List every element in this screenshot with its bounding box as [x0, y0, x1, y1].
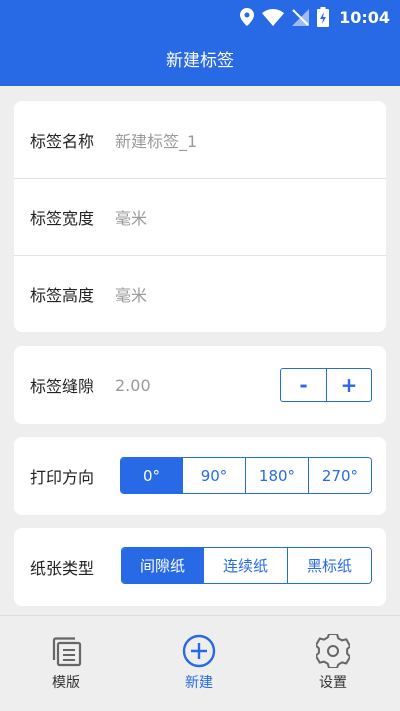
paper-type-segmented-control: 间隙纸 连续纸 黑标纸 — [121, 547, 372, 584]
app-bar: 10:04 新建标签 — [0, 0, 400, 86]
gap-increment-button[interactable]: + — [326, 369, 371, 401]
status-time: 10:04 — [339, 7, 390, 27]
nav-item-new[interactable]: 新建 — [149, 616, 249, 711]
label-gap-value[interactable]: 2.00 — [115, 376, 151, 395]
gap-decrement-button[interactable]: - — [281, 369, 326, 401]
no-signal-icon — [292, 8, 310, 26]
print-direction-row: 打印方向 0° 90° 180° 270° — [14, 437, 386, 515]
paper-type-card: 纸张类型 间隙纸 连续纸 黑标纸 — [14, 528, 386, 606]
template-icon — [49, 616, 83, 668]
label-width-row[interactable]: 标签宽度 毫米 — [14, 178, 386, 255]
battery-charging-icon — [317, 7, 330, 27]
nav-label-settings: 设置 — [319, 675, 347, 691]
print-direction-label: 打印方向 — [30, 468, 95, 487]
label-height-row[interactable]: 标签高度 毫米 — [14, 255, 386, 332]
direction-option-270[interactable]: 270° — [308, 458, 371, 493]
label-name-label: 标签名称 — [30, 131, 95, 151]
print-direction-card: 打印方向 0° 90° 180° 270° — [14, 437, 386, 515]
paper-type-label: 纸张类型 — [30, 559, 95, 578]
label-gap-row: 标签缝隙 2.00 - + — [14, 346, 386, 424]
label-name-row[interactable]: 标签名称 新建标签_1 — [14, 101, 386, 178]
nav-label-templates: 模版 — [52, 675, 80, 691]
add-circle-icon — [182, 616, 216, 668]
wifi-icon — [262, 8, 285, 26]
label-name-input[interactable]: 新建标签_1 — [115, 128, 197, 152]
direction-option-0[interactable]: 0° — [121, 458, 182, 493]
nav-label-new: 新建 — [185, 675, 213, 691]
bottom-navigation: 模版 新建 设置 — [0, 615, 400, 711]
paper-option-black-mark[interactable]: 黑标纸 — [287, 548, 371, 583]
label-height-label: 标签高度 — [30, 286, 95, 305]
label-gap-card: 标签缝隙 2.00 - + — [14, 346, 386, 424]
label-height-input[interactable]: 毫米 — [115, 282, 147, 306]
page-title: 新建标签 — [166, 51, 234, 71]
nav-item-settings[interactable]: 设置 — [283, 616, 383, 711]
paper-type-row: 纸张类型 间隙纸 连续纸 黑标纸 — [14, 528, 386, 606]
label-size-card: 标签名称 新建标签_1 标签宽度 毫米 标签高度 毫米 — [14, 101, 386, 332]
paper-option-continuous[interactable]: 连续纸 — [203, 548, 287, 583]
status-bar: 10:04 — [0, 0, 400, 34]
gear-icon — [316, 616, 350, 668]
direction-segmented-control: 0° 90° 180° 270° — [120, 457, 372, 494]
label-width-input[interactable]: 毫米 — [115, 205, 147, 229]
gap-stepper: - + — [280, 368, 372, 402]
label-width-label: 标签宽度 — [30, 209, 95, 228]
nav-item-templates[interactable]: 模版 — [16, 616, 116, 711]
direction-option-90[interactable]: 90° — [182, 458, 245, 493]
label-gap-label: 标签缝隙 — [30, 377, 95, 396]
status-icons: 10:04 — [240, 4, 390, 30]
location-icon — [240, 8, 255, 26]
paper-option-gap[interactable]: 间隙纸 — [122, 548, 203, 583]
direction-option-180[interactable]: 180° — [245, 458, 308, 493]
